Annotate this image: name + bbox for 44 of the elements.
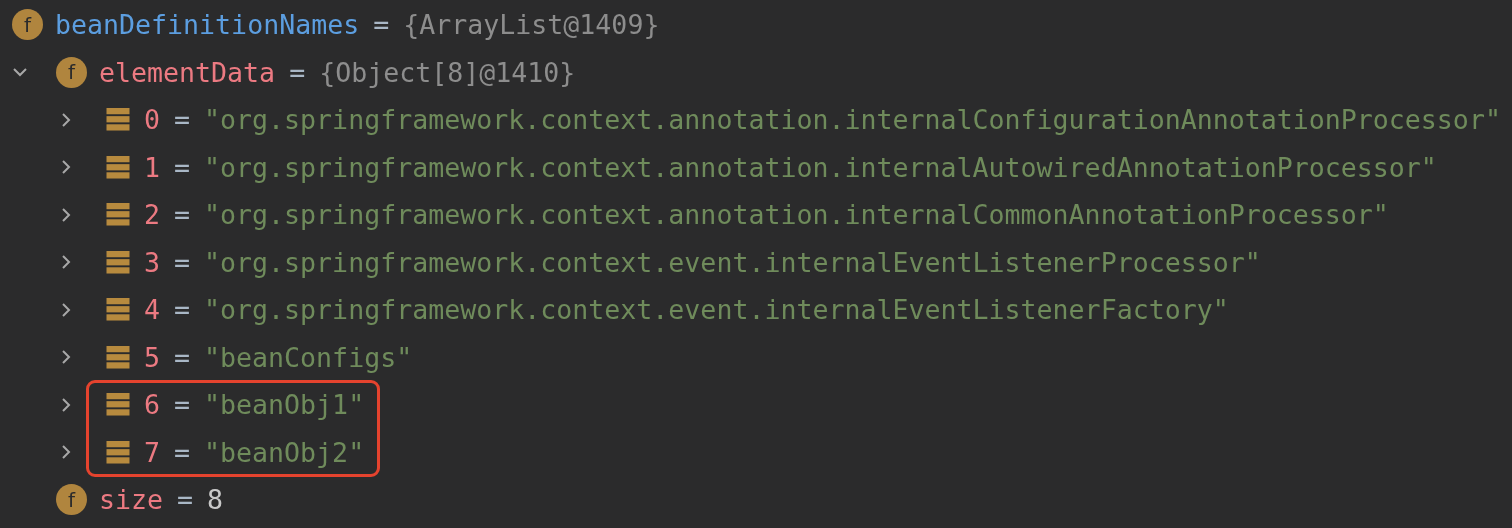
variable-value: 8 — [207, 484, 224, 516]
equals-sign: = — [289, 56, 306, 88]
equals-sign: = — [174, 389, 191, 421]
variable-value: "beanObj1" — [204, 389, 365, 421]
stacked-bars-icon — [106, 298, 130, 322]
equals-sign: = — [373, 9, 390, 41]
equals-sign: = — [177, 484, 194, 516]
variable-name: elementData — [99, 56, 276, 88]
variable-name: 2 — [144, 199, 160, 231]
stacked-bars-icon — [106, 155, 130, 179]
variable-name: 6 — [144, 389, 160, 421]
field-badge-icon: f — [56, 56, 87, 88]
variable-name: size — [99, 484, 164, 516]
variable-value: "beanObj2" — [204, 436, 365, 468]
field-badge-icon: f — [12, 9, 43, 41]
variable-value: "org.springframework.context.event.internalEventListenerProcessor" — [204, 246, 1261, 278]
variable-value: "beanConfigs" — [204, 341, 413, 373]
equals-sign: = — [174, 294, 191, 326]
stacked-bars-icon — [106, 440, 130, 464]
variable-name: 4 — [144, 294, 160, 326]
variable-name: 1 — [144, 151, 160, 183]
variable-name: beanDefinitionNames — [55, 9, 360, 41]
variable-value: {ArrayList@1409} — [403, 9, 660, 41]
variable-value: "org.springframework.context.annotation.internalCommonAnnotationProcessor" — [204, 199, 1389, 231]
variable-name: 3 — [144, 246, 160, 278]
field-badge-icon: f — [56, 484, 87, 516]
variable-value: "org.springframework.context.annotation.internalAutowiredAnnotationProcessor" — [204, 151, 1437, 183]
stacked-bars-icon — [106, 108, 130, 132]
variable-value: "org.springframework.context.event.internalEventListenerFactory" — [204, 294, 1229, 326]
variable-name: 7 — [144, 436, 160, 468]
equals-sign: = — [174, 341, 191, 373]
equals-sign: = — [174, 104, 191, 136]
equals-sign: = — [174, 151, 191, 183]
equals-sign: = — [174, 199, 191, 231]
variable-name: 0 — [144, 104, 160, 136]
variable-value: {Object[8]@1410} — [319, 56, 576, 88]
stacked-bars-icon — [106, 393, 130, 417]
equals-sign: = — [174, 246, 191, 278]
stacked-bars-icon — [106, 250, 130, 274]
variable-name: 5 — [144, 341, 160, 373]
equals-sign: = — [174, 436, 191, 468]
variable-value: "org.springframework.context.annotation.internalConfigurationAnnotationProcessor" — [204, 104, 1501, 136]
stacked-bars-icon — [106, 345, 130, 369]
stacked-bars-icon — [106, 203, 130, 227]
